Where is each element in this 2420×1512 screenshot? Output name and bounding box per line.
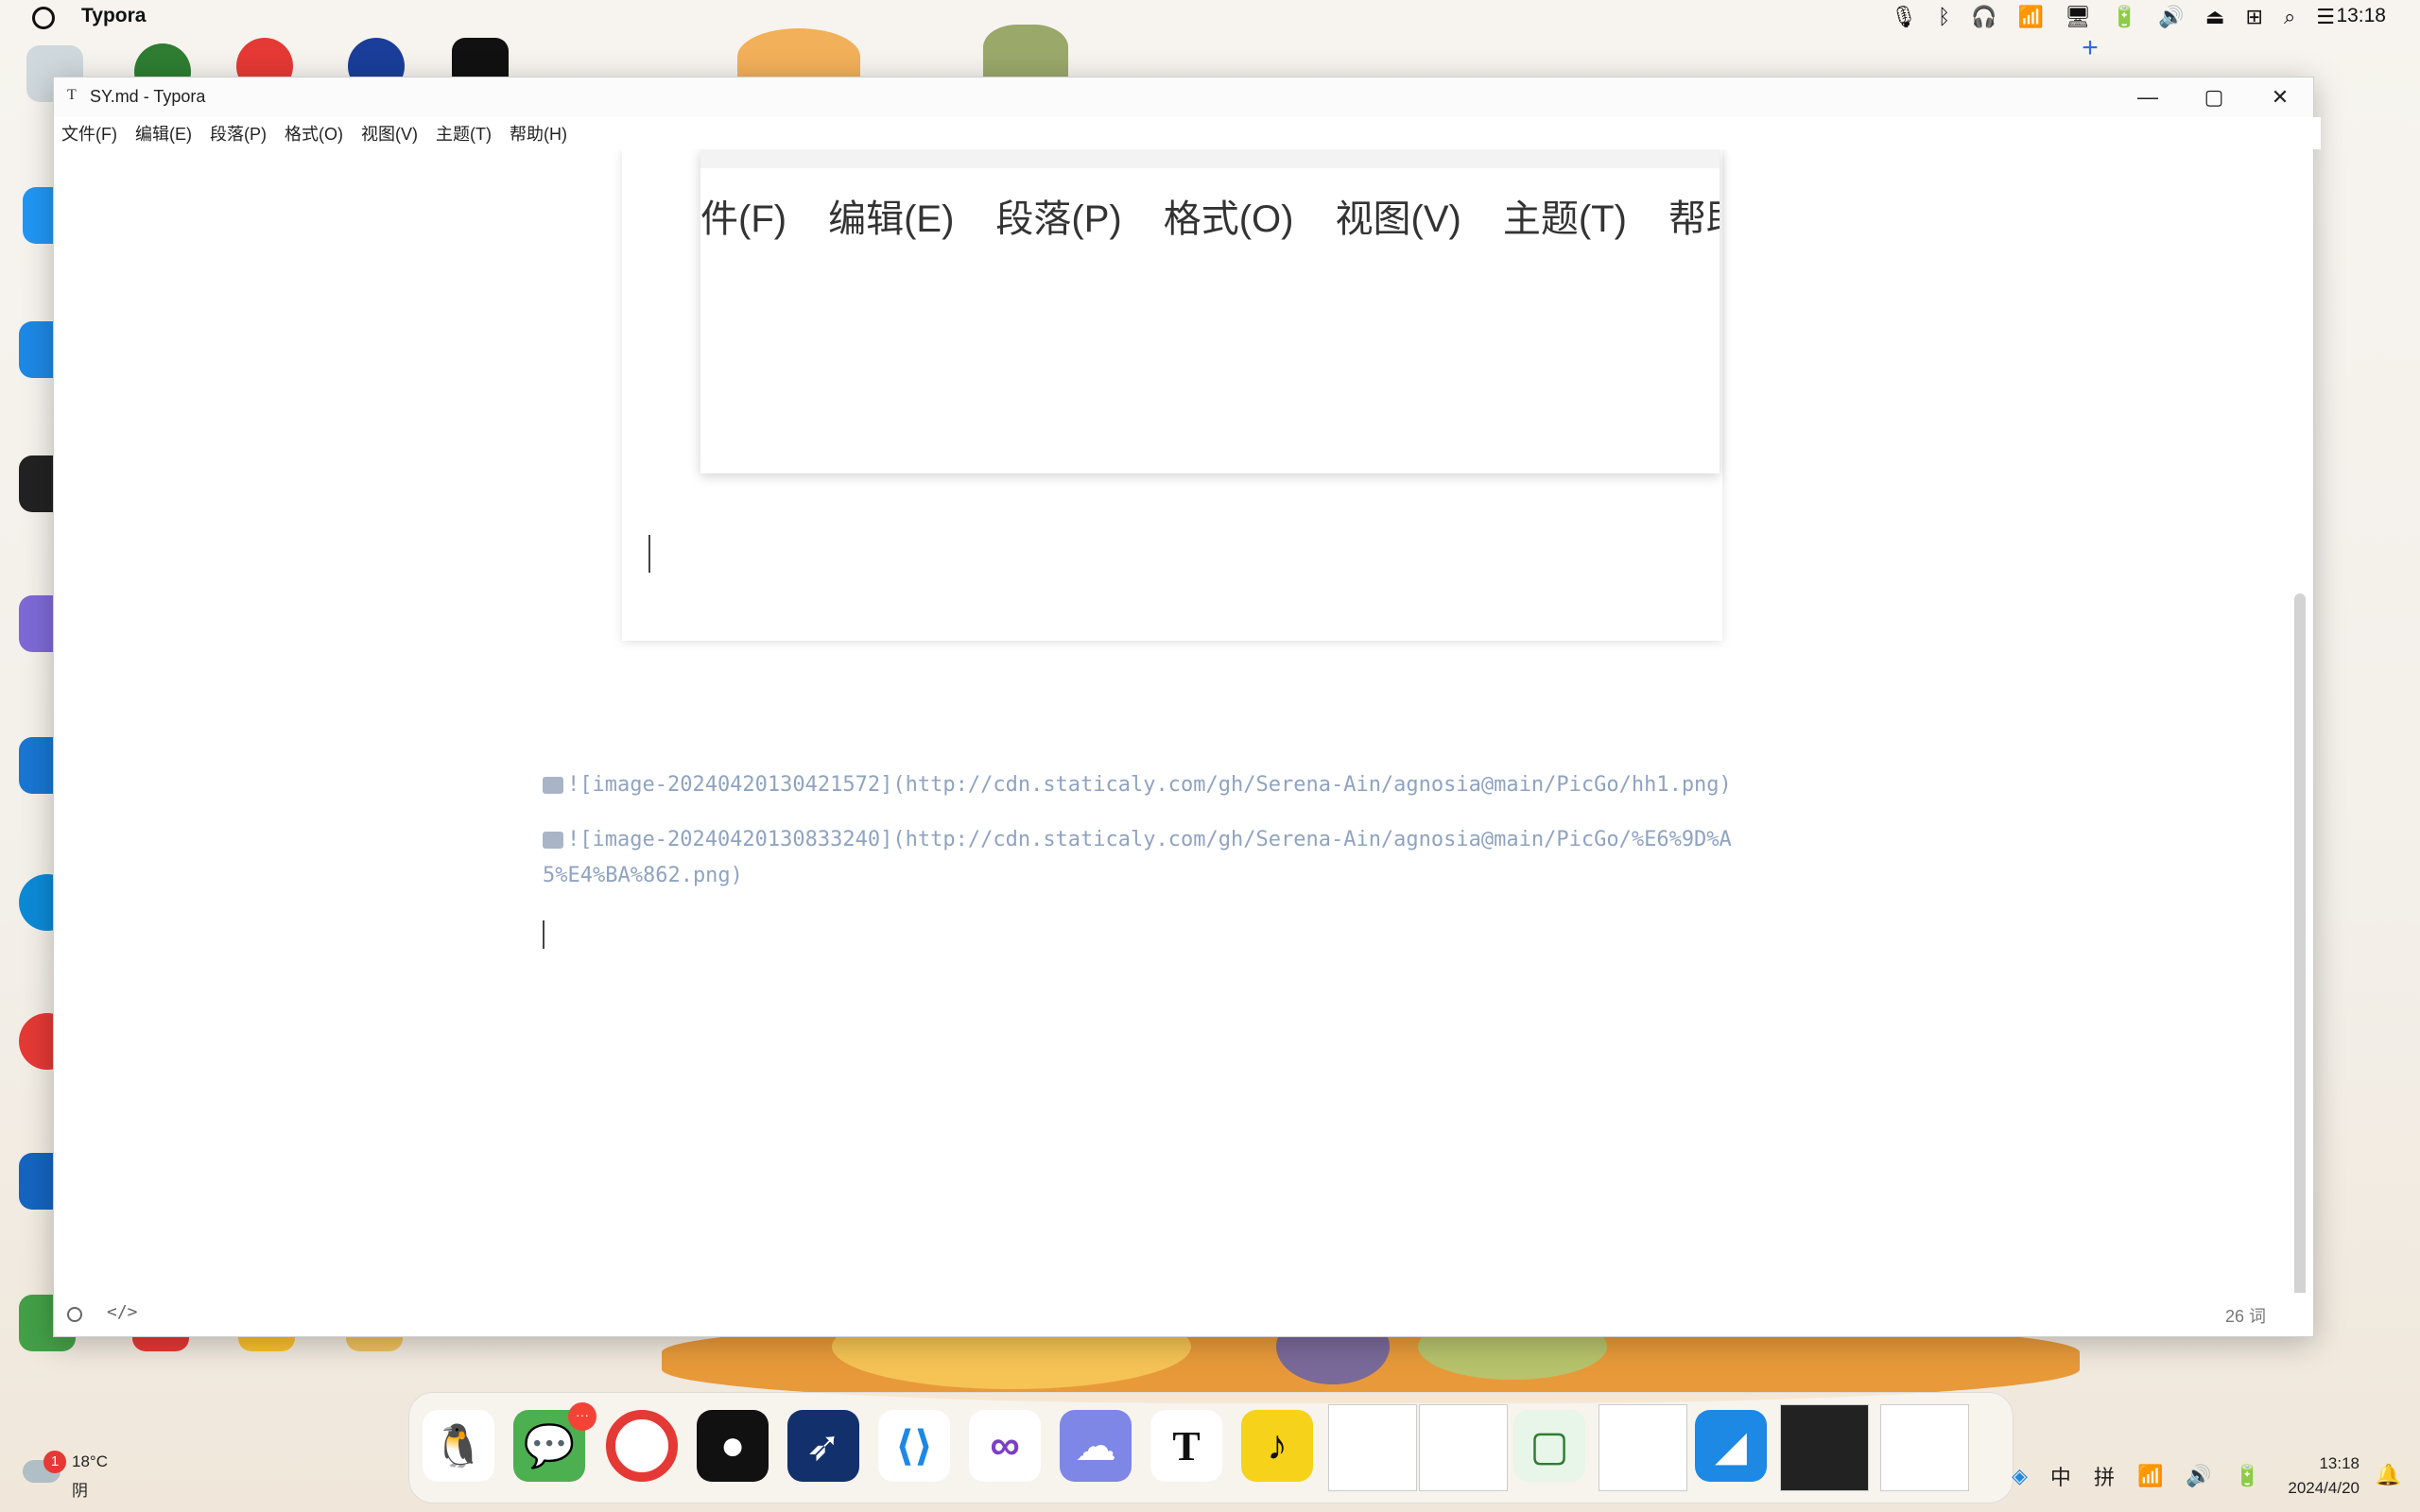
menu-format[interactable]: 格式(O)	[285, 121, 343, 146]
menu-bar: 文件(F) 编辑(E) 段落(P) 格式(O) 视图(V) 主题(T) 帮助(H…	[54, 117, 2321, 149]
embedded-menu-item: 段落(P)	[995, 198, 1122, 240]
vscode-icon[interactable]: ⟨⟩	[878, 1410, 950, 1482]
menu-help[interactable]: 帮助(H)	[510, 121, 567, 146]
dock: 🐧 💬 ··· ● ➶ ⟨⟩ ∞ ☁ T ♪ ▢ ◢	[408, 1392, 2014, 1503]
wechat-window-icon[interactable]: ▢	[1513, 1410, 1585, 1482]
embedded-menu-item: 格式(O)	[1163, 198, 1294, 240]
broken-image-icon	[543, 777, 563, 794]
bluetooth-icon[interactable]: ᛒ	[1938, 5, 1950, 29]
typora-app-icon: T	[67, 87, 77, 103]
system-menu-icon[interactable]	[32, 7, 55, 29]
control-center-icon[interactable]: ☰	[2316, 5, 2335, 29]
menu-edit[interactable]: 编辑(E)	[135, 121, 192, 146]
vertical-scrollbar[interactable]	[2294, 593, 2306, 1293]
ime-icon[interactable]: ⊞	[2246, 5, 2263, 29]
notification-icon[interactable]: 🔔	[2376, 1463, 2401, 1487]
top-menu-bar: Typora 🎙 ᛒ 🎧 📶 🖥 🔋 🔊 ⏏ ⊞ ⌕ ☰ 13:18	[0, 0, 2420, 34]
typora-window: T SY.md - Typora — ▢ ✕ 文件(F) 编辑(E) 段落(P)…	[53, 77, 2321, 1337]
visual-studio-icon[interactable]: ∞	[969, 1410, 1041, 1482]
status-tray: 🎙 ᛒ 🎧 📶 🖥 🔋 🔊 ⏏ ⊞ ⌕ ☰	[1891, 0, 2335, 34]
minimize-button[interactable]: —	[2115, 77, 2181, 117]
battery-icon[interactable]: 🔋	[2235, 1464, 2260, 1488]
active-app-name: Typora	[81, 5, 147, 26]
wechat-badge: ···	[568, 1402, 596, 1431]
taskbar-time: 13:18	[2319, 1454, 2360, 1472]
text-caret	[543, 920, 544, 949]
menu-theme[interactable]: 主题(T)	[436, 121, 492, 146]
markdown-image-line-2[interactable]: ![image-20240420130833240](http://cdn.st…	[543, 828, 1732, 851]
github-icon[interactable]: ●	[697, 1410, 769, 1482]
eject-icon[interactable]: ⏏	[2205, 5, 2225, 29]
mic-icon[interactable]: 🎙	[1891, 5, 1917, 29]
wifi-icon[interactable]: 📶	[2137, 1464, 2163, 1488]
window-titlebar[interactable]: T SY.md - Typora — ▢ ✕	[54, 77, 2313, 117]
taskbar-tray: ◈ 中 拼 📶 🔊 🔋	[2012, 1461, 2260, 1491]
maximize-button[interactable]: ▢	[2181, 77, 2247, 117]
rocket-icon[interactable]: ➶	[787, 1410, 859, 1482]
close-button[interactable]: ✕	[2247, 77, 2313, 117]
qq-music-icon[interactable]: ♪	[1241, 1410, 1313, 1482]
window-thumbnail[interactable]	[1880, 1404, 1969, 1491]
window-title: SY.md - Typora	[90, 87, 206, 106]
text-caret	[648, 535, 650, 573]
window-thumbnail[interactable]	[1599, 1404, 1687, 1491]
embedded-menu-strip: 件(F) 编辑(E) 段落(P) 格式(O) 视图(V) 主题(T) 帮助	[700, 187, 1720, 244]
qq-icon[interactable]: 🐧	[423, 1410, 494, 1482]
editor-content[interactable]: 件(F) 编辑(E) 段落(P) 格式(O) 视图(V) 主题(T) 帮助 ![…	[54, 149, 2313, 1293]
embedded-menu-item: 视图(V)	[1335, 198, 1461, 240]
embedded-menu-item: 帮助	[1668, 198, 1720, 240]
wifi-icon[interactable]: 📶	[2018, 5, 2044, 29]
embedded-image-inner[interactable]: 件(F) 编辑(E) 段落(P) 格式(O) 视图(V) 主题(T) 帮助	[700, 149, 1720, 473]
window-thumbnail[interactable]	[1780, 1404, 1869, 1491]
source-code-toggle[interactable]: </>	[107, 1302, 138, 1322]
menu-paragraph[interactable]: 段落(P)	[210, 121, 267, 146]
taskbar-clock[interactable]: 13:18 2024/4/20	[2288, 1452, 2360, 1501]
chrome-icon[interactable]	[606, 1410, 678, 1482]
menu-view[interactable]: 视图(V)	[361, 121, 418, 146]
temperature: 18°C	[72, 1452, 108, 1470]
embedded-menu-item: 主题(T)	[1502, 198, 1627, 240]
add-desktop-icon[interactable]: +	[2076, 34, 2104, 62]
headphones-icon[interactable]: 🎧	[1971, 5, 1996, 29]
taskbar-date: 2024/4/20	[2288, 1479, 2360, 1497]
window-thumbnail[interactable]	[1419, 1404, 1508, 1491]
status-bar: </> 26 词	[54, 1293, 2313, 1336]
ime-mode[interactable]: 拼	[2094, 1461, 2115, 1491]
volume-icon[interactable]: 🔊	[2186, 1464, 2211, 1488]
folder-icon[interactable]: ◢	[1695, 1410, 1767, 1482]
security-icon[interactable]: ◈	[2012, 1464, 2028, 1488]
weather-app-icon[interactable]: ☁	[1060, 1410, 1132, 1482]
weather-badge: 1	[43, 1451, 66, 1473]
window-thumbnail[interactable]	[1328, 1404, 1417, 1491]
embedded-menu-item: 件(F)	[700, 198, 787, 240]
search-icon[interactable]: ⌕	[2284, 5, 2295, 29]
broken-image-icon	[543, 832, 563, 849]
battery-icon[interactable]: 🔋	[2112, 5, 2137, 29]
volume-icon[interactable]: 🔊	[2158, 5, 2184, 29]
embedded-menu-item: 编辑(E)	[828, 198, 955, 240]
top-clock: 13:18	[2336, 5, 2386, 26]
markdown-image-line-1[interactable]: ![image-20240420130421572](http://cdn.st…	[543, 773, 1732, 797]
weather-condition: 阴	[72, 1482, 88, 1500]
display-icon[interactable]: 🖥	[2065, 5, 2091, 29]
menu-file[interactable]: 文件(F)	[61, 121, 117, 146]
typora-icon[interactable]: T	[1150, 1410, 1222, 1482]
ime-language[interactable]: 中	[2050, 1461, 2071, 1491]
word-count[interactable]: 26 词	[2225, 1303, 2266, 1328]
outline-toggle-icon[interactable]	[67, 1307, 82, 1322]
markdown-image-line-2-wrap[interactable]: 5%E4%BA%862.png)	[543, 864, 743, 887]
